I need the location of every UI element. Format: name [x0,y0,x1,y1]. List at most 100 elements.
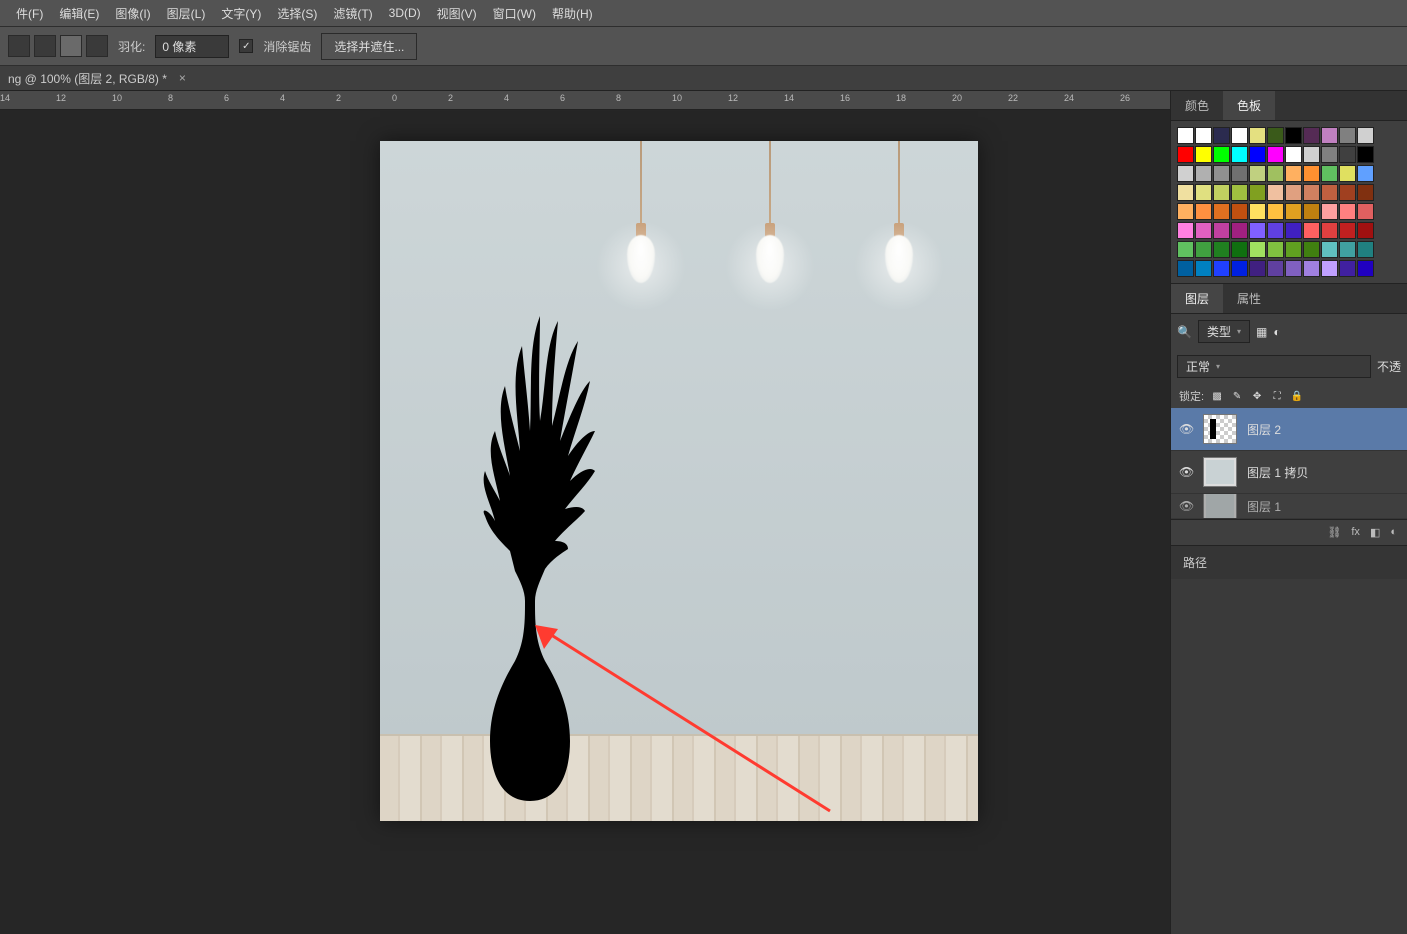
blend-mode-dropdown[interactable]: 正常▾ [1177,355,1371,378]
swatch[interactable] [1249,127,1266,144]
swatch[interactable] [1195,241,1212,258]
layer-thumbnail[interactable] [1203,414,1237,444]
swatch[interactable] [1213,127,1230,144]
swatch[interactable] [1303,127,1320,144]
swatch[interactable] [1285,222,1302,239]
swatch[interactable] [1267,165,1284,182]
swatch[interactable] [1231,184,1248,201]
tab-swatches[interactable]: 色板 [1223,91,1275,120]
swatch[interactable] [1213,260,1230,277]
swatch[interactable] [1285,241,1302,258]
menu-help[interactable]: 帮助(H) [544,5,601,22]
layer-row[interactable]: 👁图层 1 [1171,494,1407,519]
swatch[interactable] [1303,222,1320,239]
menu-layer[interactable]: 图层(L) [159,5,214,22]
swatch[interactable] [1213,146,1230,163]
swatch[interactable] [1321,184,1338,201]
swatch[interactable] [1267,241,1284,258]
swatch[interactable] [1303,203,1320,220]
lock-paint-icon[interactable]: ✎ [1230,389,1244,403]
layer-row[interactable]: 👁 图层 1 拷贝 [1171,451,1407,494]
filter-pixel-icon[interactable]: ▦ [1256,325,1267,339]
swatch[interactable] [1357,146,1374,163]
canvas[interactable] [380,141,978,821]
swatch[interactable] [1339,127,1356,144]
lock-transparent-icon[interactable]: ▩ [1210,389,1224,403]
swatch[interactable] [1249,184,1266,201]
swatch[interactable] [1357,260,1374,277]
swatch[interactable] [1213,222,1230,239]
swatch[interactable] [1339,165,1356,182]
layer-fx-icon[interactable]: fx [1351,526,1360,539]
antialias-checkbox[interactable]: ✓ [239,39,253,53]
swatch[interactable] [1339,184,1356,201]
swatch[interactable] [1303,184,1320,201]
swatch[interactable] [1213,241,1230,258]
lock-all-icon[interactable]: 🔒 [1290,389,1304,403]
layer-name[interactable]: 图层 1 [1247,498,1281,515]
swatch[interactable] [1303,165,1320,182]
menu-file[interactable]: 件(F) [8,5,51,22]
swatch[interactable] [1177,127,1194,144]
swatch[interactable] [1285,260,1302,277]
select-and-mask-button[interactable]: 选择并遮住... [321,33,417,60]
swatch[interactable] [1195,260,1212,277]
layer-name[interactable]: 图层 2 [1247,421,1281,438]
swatch[interactable] [1321,165,1338,182]
swatch[interactable] [1357,222,1374,239]
swatch[interactable] [1267,222,1284,239]
menu-image[interactable]: 图像(I) [107,5,158,22]
lock-position-icon[interactable]: ✥ [1250,389,1264,403]
swatch[interactable] [1177,184,1194,201]
swatch[interactable] [1267,184,1284,201]
swatch[interactable] [1285,203,1302,220]
swatch[interactable] [1249,146,1266,163]
swatch[interactable] [1249,260,1266,277]
menu-text[interactable]: 文字(Y) [213,5,269,22]
swatch[interactable] [1321,260,1338,277]
swatch[interactable] [1357,203,1374,220]
swatch[interactable] [1177,260,1194,277]
layer-name[interactable]: 图层 1 拷贝 [1247,464,1308,481]
layer-row[interactable]: 👁 图层 2 [1171,408,1407,451]
menu-view[interactable]: 视图(V) [429,5,485,22]
swatch[interactable] [1177,241,1194,258]
visibility-toggle-icon[interactable]: 👁 [1179,422,1193,436]
swatch[interactable] [1195,203,1212,220]
swatch[interactable] [1267,127,1284,144]
swatch[interactable] [1231,203,1248,220]
swatch[interactable] [1195,165,1212,182]
adjustment-layer-icon[interactable]: ◐ [1390,526,1397,539]
document-tab[interactable]: ng @ 100% (图层 2, RGB/8) * × [0,66,1407,91]
swatch[interactable] [1177,146,1194,163]
swatch[interactable] [1195,127,1212,144]
swatch[interactable] [1231,222,1248,239]
link-layers-icon[interactable]: ⛓ [1327,526,1341,539]
swatch[interactable] [1285,165,1302,182]
paths-panel-header[interactable]: 路径 [1171,545,1407,579]
swatch[interactable] [1285,146,1302,163]
intersect-selection-icon[interactable] [86,35,108,57]
swatch[interactable] [1303,241,1320,258]
swatch[interactable] [1249,222,1266,239]
layer-kind-dropdown[interactable]: 类型▾ [1198,320,1250,343]
visibility-toggle-icon[interactable]: 👁 [1179,465,1193,479]
swatch[interactable] [1267,203,1284,220]
swatch[interactable] [1177,203,1194,220]
swatch[interactable] [1213,203,1230,220]
new-selection-icon[interactable] [8,35,30,57]
swatch[interactable] [1177,165,1194,182]
swatch[interactable] [1321,127,1338,144]
filter-adjust-icon[interactable]: ◐ [1273,325,1280,339]
lock-artboard-icon[interactable]: ⛶ [1270,389,1284,403]
swatch[interactable] [1339,260,1356,277]
swatch[interactable] [1177,222,1194,239]
swatch[interactable] [1249,203,1266,220]
swatch[interactable] [1339,222,1356,239]
swatch[interactable] [1195,184,1212,201]
swatch[interactable] [1321,222,1338,239]
swatch[interactable] [1303,146,1320,163]
tab-properties[interactable]: 属性 [1223,284,1275,313]
menu-window[interactable]: 窗口(W) [485,5,544,22]
swatch[interactable] [1195,146,1212,163]
